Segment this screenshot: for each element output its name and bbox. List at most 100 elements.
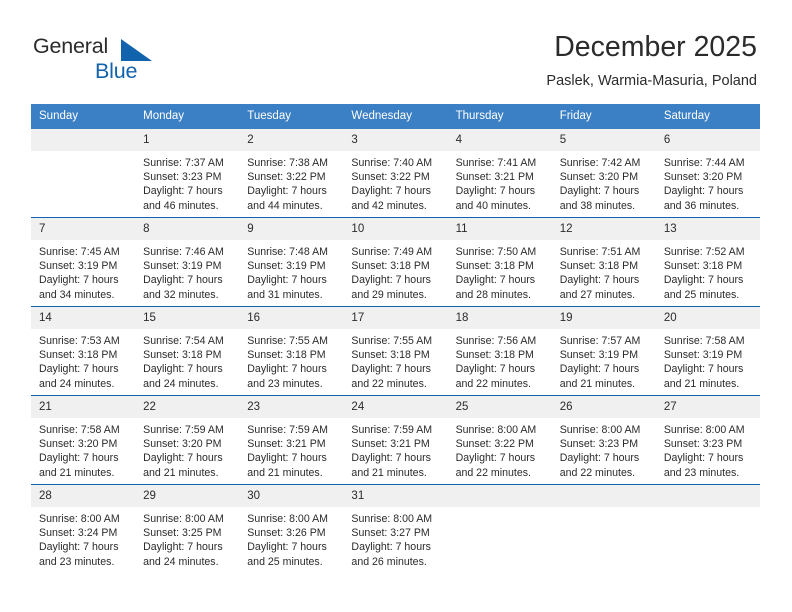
calendar-day-cell[interactable] (447, 484, 552, 571)
daylight-text-line2: and 42 minutes. (351, 199, 427, 212)
day-number: 22 (135, 396, 240, 418)
weekday-header-friday: Friday (551, 104, 656, 129)
calendar-day-cell[interactable]: 24 Sunrise: 7:59 AM Sunset: 3:21 PM Dayl… (343, 395, 448, 485)
calendar-grid: Sunday Monday Tuesday Wednesday Thursday… (31, 104, 760, 571)
day-details: Sunrise: 7:45 AM Sunset: 3:19 PM Dayligh… (31, 240, 135, 302)
sunset-text: Sunset: 3:25 PM (143, 527, 222, 540)
sunrise-text: Sunrise: 7:55 AM (351, 335, 433, 347)
calendar-day-cell[interactable]: 30 Sunrise: 8:00 AM Sunset: 3:26 PM Dayl… (239, 484, 344, 571)
calendar-day-cell[interactable]: 17 Sunrise: 7:55 AM Sunset: 3:18 PM Dayl… (343, 306, 448, 396)
daylight-text-line1: Daylight: 7 hours (351, 274, 431, 287)
weekday-header-saturday: Saturday (655, 104, 760, 129)
calendar-day-cell[interactable]: 26 Sunrise: 8:00 AM Sunset: 3:23 PM Dayl… (551, 395, 656, 485)
daylight-text-line1: Daylight: 7 hours (351, 452, 431, 465)
calendar-day-cell[interactable]: 31 Sunrise: 8:00 AM Sunset: 3:27 PM Dayl… (343, 484, 448, 571)
calendar-day-cell[interactable]: 14 Sunrise: 7:53 AM Sunset: 3:18 PM Dayl… (31, 306, 136, 396)
calendar-day-cell[interactable]: 11 Sunrise: 7:50 AM Sunset: 3:18 PM Dayl… (447, 217, 552, 307)
sunrise-text: Sunrise: 8:00 AM (143, 513, 224, 525)
daylight-text-line1: Daylight: 7 hours (39, 452, 119, 465)
daylight-text-line2: and 24 minutes. (143, 555, 219, 568)
sunset-text: Sunset: 3:18 PM (247, 349, 326, 362)
calendar-day-cell[interactable]: 10 Sunrise: 7:49 AM Sunset: 3:18 PM Dayl… (343, 217, 448, 307)
sunrise-text: Sunrise: 7:42 AM (559, 157, 641, 169)
daylight-text-line2: and 23 minutes. (39, 555, 115, 568)
day-number: 25 (447, 396, 552, 418)
day-number: 20 (655, 307, 760, 329)
daylight-text-line2: and 44 minutes. (247, 199, 323, 212)
day-number: 6 (655, 129, 760, 151)
day-details: Sunrise: 7:46 AM Sunset: 3:19 PM Dayligh… (135, 240, 239, 302)
calendar-day-cell[interactable]: 19 Sunrise: 7:57 AM Sunset: 3:19 PM Dayl… (551, 306, 656, 396)
day-details: Sunrise: 8:00 AM Sunset: 3:23 PM Dayligh… (552, 418, 656, 480)
day-details: Sunrise: 8:00 AM Sunset: 3:25 PM Dayligh… (135, 507, 239, 569)
calendar-day-cell[interactable]: 2 Sunrise: 7:38 AM Sunset: 3:22 PM Dayli… (239, 129, 344, 218)
calendar-day-cell[interactable]: 7 Sunrise: 7:45 AM Sunset: 3:19 PM Dayli… (31, 217, 136, 307)
sunrise-text: Sunrise: 7:53 AM (39, 335, 120, 347)
calendar-day-cell[interactable]: 21 Sunrise: 7:58 AM Sunset: 3:20 PM Dayl… (31, 395, 136, 485)
daylight-text-line2: and 28 minutes. (455, 288, 531, 301)
sunset-text: Sunset: 3:18 PM (559, 260, 639, 273)
day-number: 28 (31, 485, 136, 507)
daylight-text-line2: and 21 minutes. (663, 377, 740, 390)
calendar-day-cell[interactable] (655, 484, 760, 571)
day-details: Sunrise: 7:55 AM Sunset: 3:18 PM Dayligh… (239, 329, 343, 391)
calendar-day-cell[interactable]: 9 Sunrise: 7:48 AM Sunset: 3:19 PM Dayli… (239, 217, 344, 307)
daylight-text-line2: and 21 minutes. (559, 377, 636, 390)
calendar-day-cell[interactable]: 18 Sunrise: 7:56 AM Sunset: 3:18 PM Dayl… (447, 306, 552, 396)
day-number: 11 (447, 218, 552, 240)
sunset-text: Sunset: 3:20 PM (663, 171, 743, 184)
daylight-text-line2: and 34 minutes. (39, 288, 115, 301)
daylight-text-line1: Daylight: 7 hours (143, 452, 223, 465)
day-number: 5 (551, 129, 656, 151)
daylight-text-line2: and 46 minutes. (143, 199, 219, 212)
calendar-day-cell[interactable]: 29 Sunrise: 8:00 AM Sunset: 3:25 PM Dayl… (135, 484, 240, 571)
day-number: 2 (239, 129, 344, 151)
calendar-day-cell[interactable]: 25 Sunrise: 8:00 AM Sunset: 3:22 PM Dayl… (447, 395, 552, 485)
calendar-day-cell[interactable]: 20 Sunrise: 7:58 AM Sunset: 3:19 PM Dayl… (655, 306, 760, 396)
weekday-header-sunday: Sunday (31, 104, 136, 129)
sunrise-text: Sunrise: 7:49 AM (351, 246, 433, 258)
calendar-day-cell[interactable]: 3 Sunrise: 7:40 AM Sunset: 3:22 PM Dayli… (343, 129, 448, 218)
calendar-day-cell[interactable]: 12 Sunrise: 7:51 AM Sunset: 3:18 PM Dayl… (551, 217, 656, 307)
day-details: Sunrise: 7:42 AM Sunset: 3:20 PM Dayligh… (552, 151, 656, 213)
day-details: Sunrise: 7:48 AM Sunset: 3:19 PM Dayligh… (239, 240, 343, 302)
daylight-text-line2: and 22 minutes. (351, 377, 427, 390)
calendar-day-cell[interactable]: 27 Sunrise: 8:00 AM Sunset: 3:23 PM Dayl… (655, 395, 760, 485)
calendar-day-cell[interactable]: 22 Sunrise: 7:59 AM Sunset: 3:20 PM Dayl… (135, 395, 240, 485)
day-number: 24 (343, 396, 448, 418)
daylight-text-line1: Daylight: 7 hours (143, 541, 223, 554)
calendar-day-cell[interactable] (31, 129, 136, 218)
daylight-text-line2: and 21 minutes. (143, 466, 219, 479)
sunrise-text: Sunrise: 7:46 AM (143, 246, 224, 258)
day-details: Sunrise: 7:59 AM Sunset: 3:20 PM Dayligh… (135, 418, 239, 480)
daylight-text-line2: and 22 minutes. (559, 466, 636, 479)
calendar-day-cell[interactable]: 13 Sunrise: 7:52 AM Sunset: 3:18 PM Dayl… (655, 217, 760, 307)
calendar-day-cell[interactable]: 15 Sunrise: 7:54 AM Sunset: 3:18 PM Dayl… (135, 306, 240, 396)
calendar-day-cell[interactable]: 4 Sunrise: 7:41 AM Sunset: 3:21 PM Dayli… (447, 129, 552, 218)
day-number: 8 (135, 218, 240, 240)
calendar-day-cell[interactable]: 23 Sunrise: 7:59 AM Sunset: 3:21 PM Dayl… (239, 395, 344, 485)
calendar-day-cell[interactable]: 16 Sunrise: 7:55 AM Sunset: 3:18 PM Dayl… (239, 306, 344, 396)
daylight-text-line2: and 24 minutes. (39, 377, 115, 390)
day-details: Sunrise: 7:38 AM Sunset: 3:22 PM Dayligh… (239, 151, 343, 213)
weekday-header-thursday: Thursday (447, 104, 552, 129)
day-details: Sunrise: 7:50 AM Sunset: 3:18 PM Dayligh… (448, 240, 552, 302)
day-details: Sunrise: 7:58 AM Sunset: 3:19 PM Dayligh… (656, 329, 760, 391)
sunrise-text: Sunrise: 7:59 AM (143, 424, 224, 436)
calendar-day-cell[interactable] (551, 484, 656, 571)
day-details: Sunrise: 7:53 AM Sunset: 3:18 PM Dayligh… (31, 329, 135, 391)
page-title: December 2025 (554, 31, 757, 63)
calendar-day-cell[interactable]: 1 Sunrise: 7:37 AM Sunset: 3:23 PM Dayli… (135, 129, 240, 218)
calendar-day-cell[interactable]: 28 Sunrise: 8:00 AM Sunset: 3:24 PM Dayl… (31, 484, 136, 571)
daylight-text-line2: and 38 minutes. (559, 199, 636, 212)
calendar-day-cell[interactable]: 6 Sunrise: 7:44 AM Sunset: 3:20 PM Dayli… (655, 129, 760, 218)
day-number: 9 (239, 218, 344, 240)
calendar-day-cell[interactable]: 5 Sunrise: 7:42 AM Sunset: 3:20 PM Dayli… (551, 129, 656, 218)
daylight-text-line1: Daylight: 7 hours (663, 185, 744, 198)
sunrise-text: Sunrise: 8:00 AM (247, 513, 328, 525)
day-number: 12 (551, 218, 656, 240)
general-blue-logo[interactable]: General Blue (33, 34, 243, 86)
day-details: Sunrise: 7:55 AM Sunset: 3:18 PM Dayligh… (343, 329, 447, 391)
calendar-day-cell[interactable]: 8 Sunrise: 7:46 AM Sunset: 3:19 PM Dayli… (135, 217, 240, 307)
day-details: Sunrise: 7:44 AM Sunset: 3:20 PM Dayligh… (656, 151, 760, 213)
